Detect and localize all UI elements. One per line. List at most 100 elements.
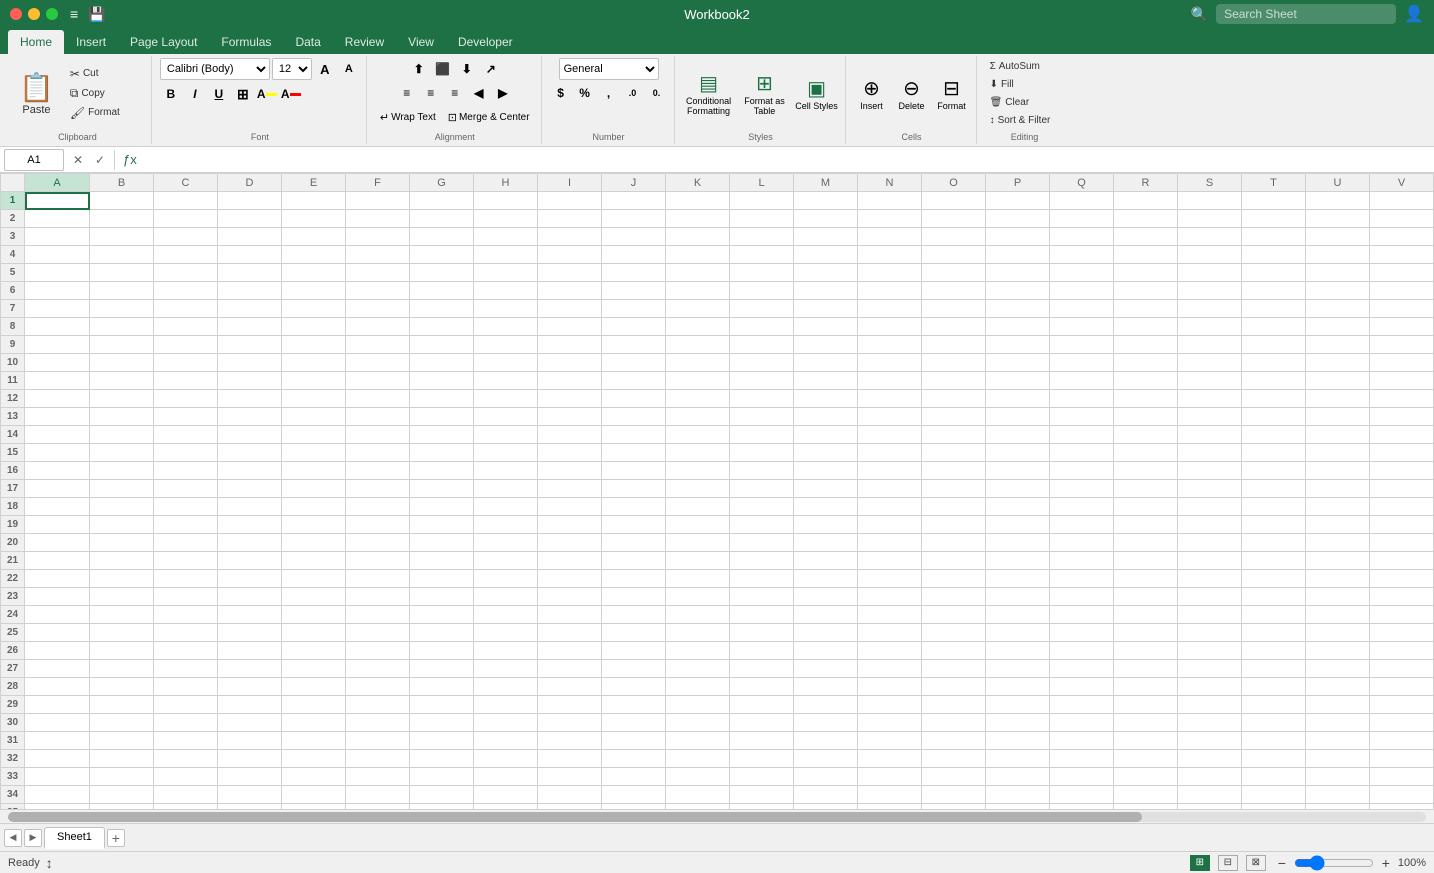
cell-G3[interactable] — [410, 228, 474, 246]
cell-J15[interactable] — [602, 444, 666, 462]
cell-B28[interactable] — [90, 678, 154, 696]
cell-M27[interactable] — [794, 660, 858, 678]
cell-T30[interactable] — [1242, 714, 1306, 732]
cell-J4[interactable] — [602, 246, 666, 264]
cell-U24[interactable] — [1306, 606, 1370, 624]
cell-B15[interactable] — [90, 444, 154, 462]
font-size-select[interactable]: 12 — [272, 58, 312, 80]
cell-H4[interactable] — [474, 246, 538, 264]
cell-Q7[interactable] — [1050, 300, 1114, 318]
cell-V30[interactable] — [1370, 714, 1434, 732]
cell-S24[interactable] — [1178, 606, 1242, 624]
cell-T11[interactable] — [1242, 372, 1306, 390]
cell-C22[interactable] — [154, 570, 218, 588]
cell-L14[interactable] — [730, 426, 794, 444]
cell-J5[interactable] — [602, 264, 666, 282]
cell-B3[interactable] — [90, 228, 154, 246]
cell-V3[interactable] — [1370, 228, 1434, 246]
cell-N19[interactable] — [858, 516, 922, 534]
cell-L13[interactable] — [730, 408, 794, 426]
cell-P29[interactable] — [986, 696, 1050, 714]
cell-J16[interactable] — [602, 462, 666, 480]
cell-M13[interactable] — [794, 408, 858, 426]
cell-G34[interactable] — [410, 786, 474, 804]
row-header-11[interactable]: 11 — [1, 372, 25, 390]
cell-C16[interactable] — [154, 462, 218, 480]
cell-J25[interactable] — [602, 624, 666, 642]
cell-E12[interactable] — [282, 390, 346, 408]
cell-D32[interactable] — [218, 750, 282, 768]
cell-J30[interactable] — [602, 714, 666, 732]
cell-V2[interactable] — [1370, 210, 1434, 228]
align-middle-button[interactable]: ⬛ — [432, 58, 454, 80]
cell-I8[interactable] — [538, 318, 602, 336]
cell-Q19[interactable] — [1050, 516, 1114, 534]
cell-F14[interactable] — [346, 426, 410, 444]
cell-V11[interactable] — [1370, 372, 1434, 390]
cell-N34[interactable] — [858, 786, 922, 804]
cell-L11[interactable] — [730, 372, 794, 390]
insert-label[interactable]: Insert — [860, 101, 883, 111]
cell-S14[interactable] — [1178, 426, 1242, 444]
cell-D16[interactable] — [218, 462, 282, 480]
cell-N25[interactable] — [858, 624, 922, 642]
cell-Q20[interactable] — [1050, 534, 1114, 552]
cell-D9[interactable] — [218, 336, 282, 354]
cell-U12[interactable] — [1306, 390, 1370, 408]
cell-A33[interactable] — [25, 768, 90, 786]
cell-L28[interactable] — [730, 678, 794, 696]
cell-U23[interactable] — [1306, 588, 1370, 606]
cell-I31[interactable] — [538, 732, 602, 750]
cell-K23[interactable] — [666, 588, 730, 606]
cell-Q26[interactable] — [1050, 642, 1114, 660]
cell-F31[interactable] — [346, 732, 410, 750]
cell-A19[interactable] — [25, 516, 90, 534]
fill-color-button[interactable]: A — [256, 83, 278, 105]
col-header-R[interactable]: R — [1114, 174, 1178, 192]
col-header-H[interactable]: H — [474, 174, 538, 192]
cell-G10[interactable] — [410, 354, 474, 372]
cell-B16[interactable] — [90, 462, 154, 480]
minimize-button[interactable] — [28, 8, 40, 20]
cell-R20[interactable] — [1114, 534, 1178, 552]
cell-S13[interactable] — [1178, 408, 1242, 426]
cell-S21[interactable] — [1178, 552, 1242, 570]
row-header-21[interactable]: 21 — [1, 552, 25, 570]
cell-Q5[interactable] — [1050, 264, 1114, 282]
cell-O15[interactable] — [922, 444, 986, 462]
row-header-26[interactable]: 26 — [1, 642, 25, 660]
cell-J26[interactable] — [602, 642, 666, 660]
cell-J18[interactable] — [602, 498, 666, 516]
cell-C20[interactable] — [154, 534, 218, 552]
row-header-17[interactable]: 17 — [1, 480, 25, 498]
cell-T19[interactable] — [1242, 516, 1306, 534]
cell-F5[interactable] — [346, 264, 410, 282]
cell-R13[interactable] — [1114, 408, 1178, 426]
row-header-23[interactable]: 23 — [1, 588, 25, 606]
cell-G6[interactable] — [410, 282, 474, 300]
cell-A35[interactable] — [25, 804, 90, 810]
sheet-tab-sheet1[interactable]: Sheet1 — [44, 827, 105, 849]
sidebar-toggle-icon[interactable]: ≡ — [70, 6, 78, 22]
cell-R26[interactable] — [1114, 642, 1178, 660]
cell-L23[interactable] — [730, 588, 794, 606]
cell-S7[interactable] — [1178, 300, 1242, 318]
cell-J1[interactable] — [602, 192, 666, 210]
cell-C4[interactable] — [154, 246, 218, 264]
cell-D24[interactable] — [218, 606, 282, 624]
cell-L7[interactable] — [730, 300, 794, 318]
cell-L30[interactable] — [730, 714, 794, 732]
cell-Q8[interactable] — [1050, 318, 1114, 336]
cell-K32[interactable] — [666, 750, 730, 768]
cell-L32[interactable] — [730, 750, 794, 768]
cell-H30[interactable] — [474, 714, 538, 732]
cell-T18[interactable] — [1242, 498, 1306, 516]
cell-G24[interactable] — [410, 606, 474, 624]
cell-O35[interactable] — [922, 804, 986, 810]
cell-H35[interactable] — [474, 804, 538, 810]
cell-P18[interactable] — [986, 498, 1050, 516]
cell-V22[interactable] — [1370, 570, 1434, 588]
cell-B20[interactable] — [90, 534, 154, 552]
cell-P5[interactable] — [986, 264, 1050, 282]
cell-F30[interactable] — [346, 714, 410, 732]
